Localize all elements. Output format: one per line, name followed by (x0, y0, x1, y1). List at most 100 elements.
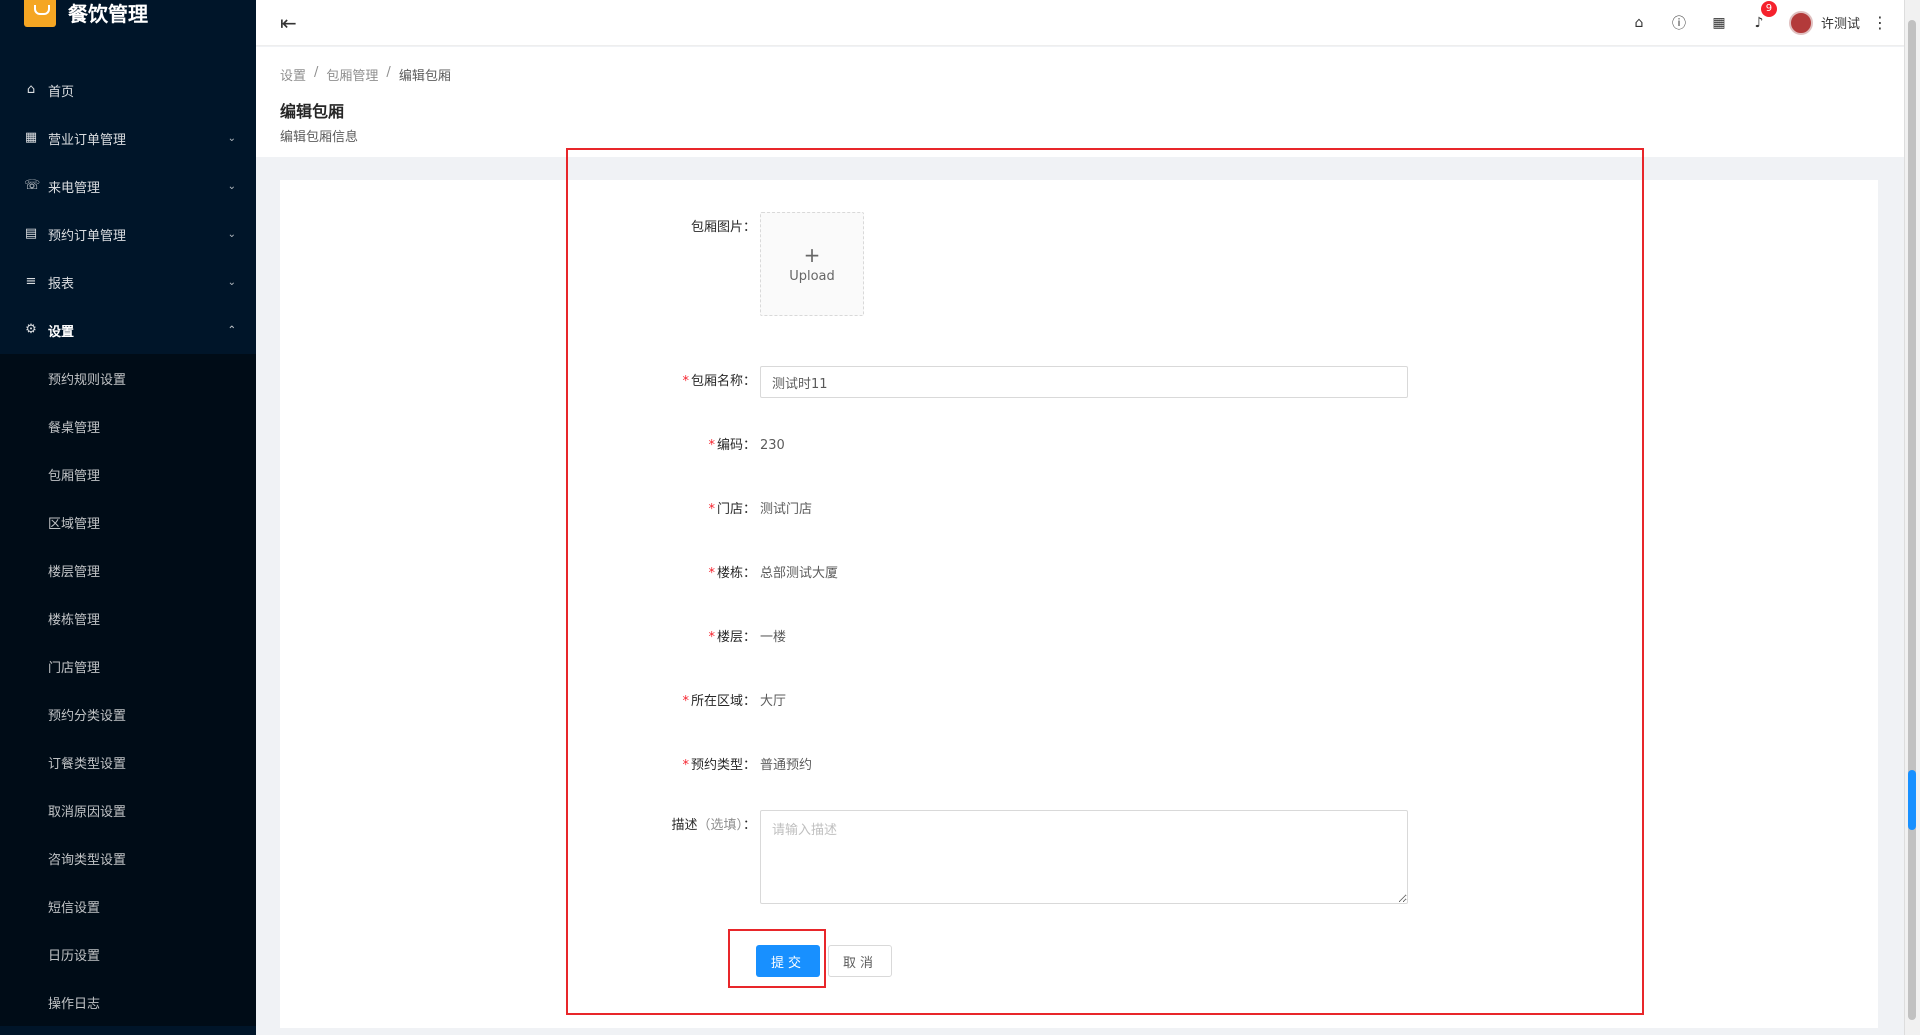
required-mark: * (682, 694, 689, 709)
area-value: 大厅 (760, 694, 787, 709)
bowl-icon (24, 0, 56, 27)
plus-icon: + (803, 242, 821, 267)
submenu-item[interactable]: 日历设置 (0, 930, 256, 978)
chevron-down-icon: ⌄ (227, 132, 236, 144)
sidebar-item-settings[interactable]: ⚙ 设置 ⌃ (0, 306, 256, 354)
chevron-up-icon: ⌃ (227, 324, 236, 336)
sidebar-menu: ⌂ 首页 ▦ 营业订单管理 ⌄ ☏ 来电管理 ⌄ ▤ 预约订单管理 ⌄ ≡ 报表… (0, 66, 256, 1026)
page-title: 编辑包厢 (280, 102, 345, 121)
chevron-down-icon: ⌄ (227, 228, 236, 240)
description-textarea[interactable] (760, 810, 1408, 904)
submenu-item[interactable]: 餐桌管理 (0, 402, 256, 450)
floor-label: * 楼层： (708, 630, 756, 645)
scrollbar-thumb[interactable] (1908, 20, 1916, 1020)
required-mark: * (708, 630, 715, 645)
form-row-type: * 预约类型： 普通预约 (560, 750, 812, 782)
form-row-name: * 包厢名称： (560, 366, 1408, 398)
form-row-description: 描述（选填）： (560, 810, 1408, 904)
chevron-down-icon: ⌄ (227, 276, 236, 288)
sidebar-item-label: 首页 (48, 84, 75, 100)
chevron-down-icon: ⌄ (227, 180, 236, 192)
order-icon: ▦ (24, 130, 38, 145)
notification-badge: 9 (1760, 0, 1777, 17)
form-row-code: * 编码： 230 (560, 430, 785, 462)
code-label: * 编码： (708, 438, 756, 453)
form-row-area: * 所在区域： 大厅 (560, 686, 786, 718)
page-header: 设置 / 包厢管理 / 编辑包厢 编辑包厢 编辑包厢信息 (256, 47, 1904, 157)
code-value: 230 (760, 438, 785, 453)
sidebar-item-business-orders[interactable]: ▦ 营业订单管理 ⌄ (0, 114, 256, 162)
help-icon[interactable]: ⓘ (1659, 13, 1699, 33)
app-title: 餐饮管理 (68, 1, 148, 26)
building-value: 总部测试大厦 (760, 566, 839, 581)
form-row-image: 包厢图片： + Upload (560, 212, 864, 316)
required-mark: * (682, 758, 689, 773)
description-label: 描述（选填）： (671, 818, 756, 833)
form-actions: 提交 取消 (756, 945, 892, 977)
avatar[interactable] (1788, 10, 1813, 35)
submenu-item[interactable]: 门店管理 (0, 642, 256, 690)
breadcrumb-separator: / (314, 65, 319, 80)
menu-icon: ≡ (25, 274, 37, 289)
area-label: * 所在区域： (682, 694, 756, 709)
name-label: * 包厢名称： (682, 374, 756, 389)
more-vertical-icon[interactable]: ⋮ (1872, 13, 1888, 32)
building-label: * 楼栋： (708, 566, 756, 581)
sidebar: 餐饮管理 ⌂ 首页 ▦ 营业订单管理 ⌄ ☏ 来电管理 ⌄ ▤ 预约订单管理 ⌄… (0, 0, 256, 1035)
breadcrumb-item[interactable]: 设置 (280, 65, 306, 84)
submenu-item[interactable]: 订餐类型设置 (0, 738, 256, 786)
breadcrumb-current: 编辑包厢 (398, 69, 451, 84)
required-mark: * (708, 566, 715, 581)
settings-submenu: 预约规则设置 餐桌管理 包厢管理 区域管理 楼层管理 楼栋管理 门店管理 预约分… (0, 354, 256, 1026)
type-label: * 预约类型： (682, 758, 756, 773)
scrollbar-marker (1908, 770, 1916, 830)
image-label: 包厢图片： (690, 220, 756, 235)
home-icon[interactable]: ⌂ (1619, 15, 1659, 31)
submenu-item[interactable]: 包厢管理 (0, 450, 256, 498)
home-icon: ⌂ (26, 82, 36, 97)
phone-icon: ☏ (24, 178, 41, 193)
user-name[interactable]: 许测试 (1821, 13, 1860, 32)
upload-box[interactable]: + Upload (760, 212, 864, 316)
apps-icon[interactable]: ▦ (1699, 15, 1739, 31)
sidebar-item-home[interactable]: ⌂ 首页 (0, 66, 256, 114)
submit-button[interactable]: 提交 (756, 945, 820, 977)
submenu-item[interactable]: 取消原因设置 (0, 786, 256, 834)
required-mark: * (708, 502, 715, 517)
top-header: ⇤ ⌂ ⓘ ▦ ♪ 9 许测试 ⋮ (256, 0, 1904, 46)
name-input[interactable] (760, 366, 1408, 398)
submenu-item[interactable]: 区域管理 (0, 498, 256, 546)
breadcrumb-item[interactable]: 包厢管理 (326, 65, 378, 84)
upload-text: Upload (789, 268, 835, 284)
sidebar-item-label: 报表 (48, 276, 75, 292)
bell-icon[interactable]: ♪ 9 (1739, 0, 1779, 31)
store-value: 测试门店 (760, 502, 813, 517)
submenu-item[interactable]: 预约分类设置 (0, 690, 256, 738)
header-actions: ⌂ ⓘ ▦ ♪ 9 许测试 ⋮ (1619, 0, 1904, 35)
optional-hint: （选填） (697, 818, 743, 833)
sidebar-item-reservations[interactable]: ▤ 预约订单管理 ⌄ (0, 210, 256, 258)
submenu-item[interactable]: 咨询类型设置 (0, 834, 256, 882)
submenu-item[interactable]: 楼层管理 (0, 546, 256, 594)
sidebar-item-label: 预约订单管理 (48, 228, 127, 244)
form-row-building: * 楼栋： 总部测试大厦 (560, 558, 838, 590)
submenu-item[interactable]: 预约规则设置 (0, 354, 256, 402)
logo[interactable]: 餐饮管理 (0, 0, 256, 36)
required-mark: * (708, 438, 715, 453)
submenu-item[interactable]: 操作日志 (0, 978, 256, 1026)
sidebar-item-label: 设置 (48, 324, 75, 340)
sidebar-item-reports[interactable]: ≡ 报表 ⌄ (0, 258, 256, 306)
cancel-button[interactable]: 取消 (828, 945, 892, 977)
submenu-item[interactable]: 楼栋管理 (0, 594, 256, 642)
menu-fold-icon[interactable]: ⇤ (280, 11, 297, 35)
breadcrumb: 设置 / 包厢管理 / 编辑包厢 (280, 65, 1904, 84)
submenu-item[interactable]: 短信设置 (0, 882, 256, 930)
floor-value: 一楼 (760, 630, 787, 645)
sidebar-item-calls[interactable]: ☏ 来电管理 ⌄ (0, 162, 256, 210)
sidebar-item-label: 营业订单管理 (48, 132, 127, 148)
gear-icon: ⚙ (25, 322, 37, 337)
type-value: 普通预约 (760, 758, 813, 773)
form-row-store: * 门店： 测试门店 (560, 494, 812, 526)
list-icon: ▤ (24, 226, 38, 241)
scrollbar[interactable] (1904, 0, 1920, 1035)
